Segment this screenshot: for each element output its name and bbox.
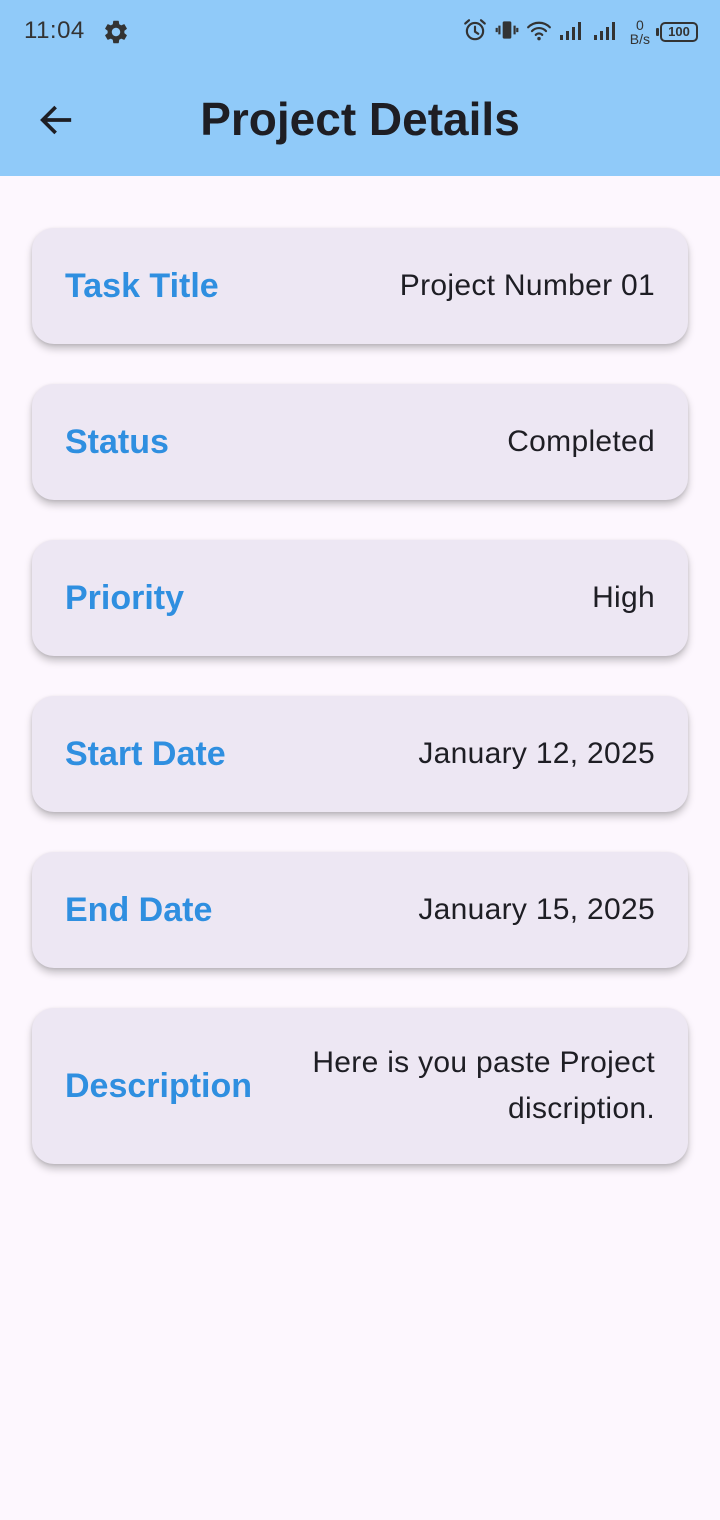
gear-icon bbox=[102, 18, 130, 46]
app-bar: 11:04 0 B/s 100 Project Details bbox=[0, 0, 720, 176]
network-speed: 0 B/s bbox=[630, 18, 650, 46]
detail-value: January 12, 2025 bbox=[418, 737, 655, 770]
status-icons: 0 B/s 100 bbox=[462, 14, 698, 50]
signal-icon bbox=[592, 18, 620, 47]
detail-card-status: Status Completed bbox=[32, 384, 688, 500]
status-time: 11:04 bbox=[24, 17, 85, 44]
detail-value: High bbox=[592, 581, 655, 614]
detail-card-start-date: Start Date January 12, 2025 bbox=[32, 696, 688, 812]
detail-label: Status bbox=[65, 422, 169, 461]
signal-icon bbox=[558, 18, 586, 47]
detail-value: Here is you paste Project discription. bbox=[312, 1046, 655, 1125]
details-list: Task Title Project Number 01 Status Comp… bbox=[32, 228, 688, 1204]
battery-icon: 100 bbox=[656, 22, 698, 42]
detail-label: Priority bbox=[65, 578, 185, 617]
detail-label: Start Date bbox=[65, 734, 226, 773]
vibrate-icon bbox=[494, 17, 520, 48]
page-title: Project Details bbox=[200, 93, 520, 145]
wifi-icon bbox=[526, 17, 552, 48]
detail-card-end-date: End Date January 15, 2025 bbox=[32, 852, 688, 968]
detail-value: Project Number 01 bbox=[399, 269, 655, 302]
detail-card-task-title: Task Title Project Number 01 bbox=[32, 228, 688, 344]
detail-card-description: Description Here is you paste Project di… bbox=[32, 1008, 688, 1164]
detail-value: Completed bbox=[507, 425, 655, 458]
detail-label: Description bbox=[65, 1066, 253, 1105]
network-speed-value: 0 bbox=[635, 17, 644, 33]
detail-label: End Date bbox=[65, 890, 213, 929]
detail-card-priority: Priority High bbox=[32, 540, 688, 656]
alarm-icon bbox=[462, 17, 488, 48]
network-speed-unit: B/s bbox=[629, 31, 650, 47]
detail-label: Task Title bbox=[65, 266, 219, 305]
detail-value: January 15, 2025 bbox=[418, 893, 655, 926]
status-bar: 11:04 0 B/s 100 bbox=[0, 0, 720, 64]
